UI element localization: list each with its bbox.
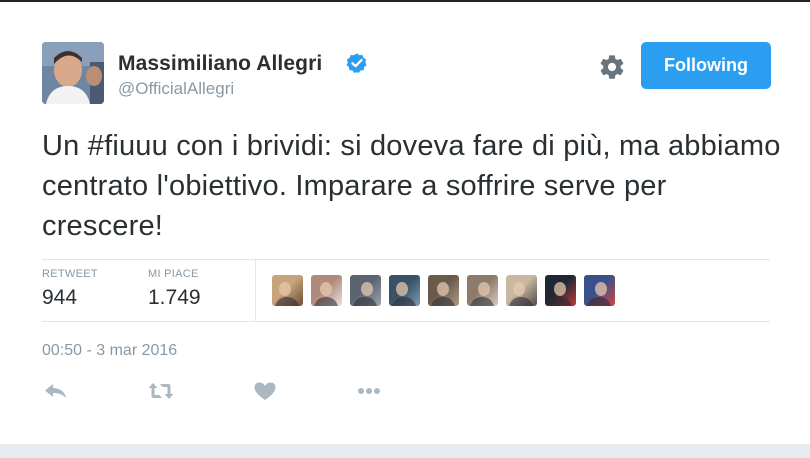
liker-photo [587, 282, 611, 306]
like-count[interactable]: MI PIACE 1.749 [148, 268, 201, 310]
more-options-icon[interactable] [355, 379, 383, 403]
liker-avatar[interactable] [428, 275, 459, 306]
like-count-label: MI PIACE [148, 268, 199, 280]
liker-photo [275, 282, 299, 306]
stats-divider-top [42, 259, 770, 260]
liker-photo [314, 282, 338, 306]
liker-photo [548, 282, 572, 306]
liker-avatar[interactable] [506, 275, 537, 306]
tweet-timestamp[interactable]: 00:50 - 3 mar 2016 [42, 342, 177, 360]
liker-avatars [272, 275, 615, 306]
reply-icon[interactable] [42, 379, 70, 403]
retweet-count-value: 944 [42, 286, 78, 309]
liker-photo [470, 282, 494, 306]
liker-avatar[interactable] [389, 275, 420, 306]
liker-avatar[interactable] [584, 275, 615, 306]
stats-separator [255, 260, 256, 321]
liker-photo [392, 282, 416, 306]
author-avatar[interactable] [42, 42, 104, 104]
liker-avatar[interactable] [311, 275, 342, 306]
following-button[interactable]: Following [641, 42, 771, 89]
liker-avatar[interactable] [272, 275, 303, 306]
retweet-count-label: RETWEET [42, 268, 98, 280]
liker-avatar[interactable] [350, 275, 381, 306]
author-handle[interactable]: @OfficialAllegri [118, 79, 234, 99]
stats-divider-bottom [42, 321, 770, 322]
tweet-text: Un #fiuuu con i brividi: si doveva fare … [42, 126, 782, 246]
liker-avatar[interactable] [467, 275, 498, 306]
verified-badge-icon [346, 53, 367, 73]
liker-avatar[interactable] [545, 275, 576, 306]
tweet-card: Massimiliano Allegri @OfficialAllegri Fo… [0, 0, 810, 458]
author-photo [42, 42, 104, 104]
retweet-count[interactable]: RETWEET 944 [42, 268, 98, 310]
hashtag-link[interactable]: #fiuuu [88, 130, 168, 162]
liker-photo [509, 282, 533, 306]
gear-icon[interactable] [598, 53, 626, 81]
tweet-text-prefix: Un [42, 130, 88, 162]
author-display-name[interactable]: Massimiliano Allegri [118, 52, 322, 76]
liker-photo [353, 282, 377, 306]
liker-photo [431, 282, 455, 306]
retweet-icon[interactable] [147, 379, 175, 403]
like-count-value: 1.749 [148, 286, 201, 309]
heart-icon[interactable] [251, 379, 279, 403]
